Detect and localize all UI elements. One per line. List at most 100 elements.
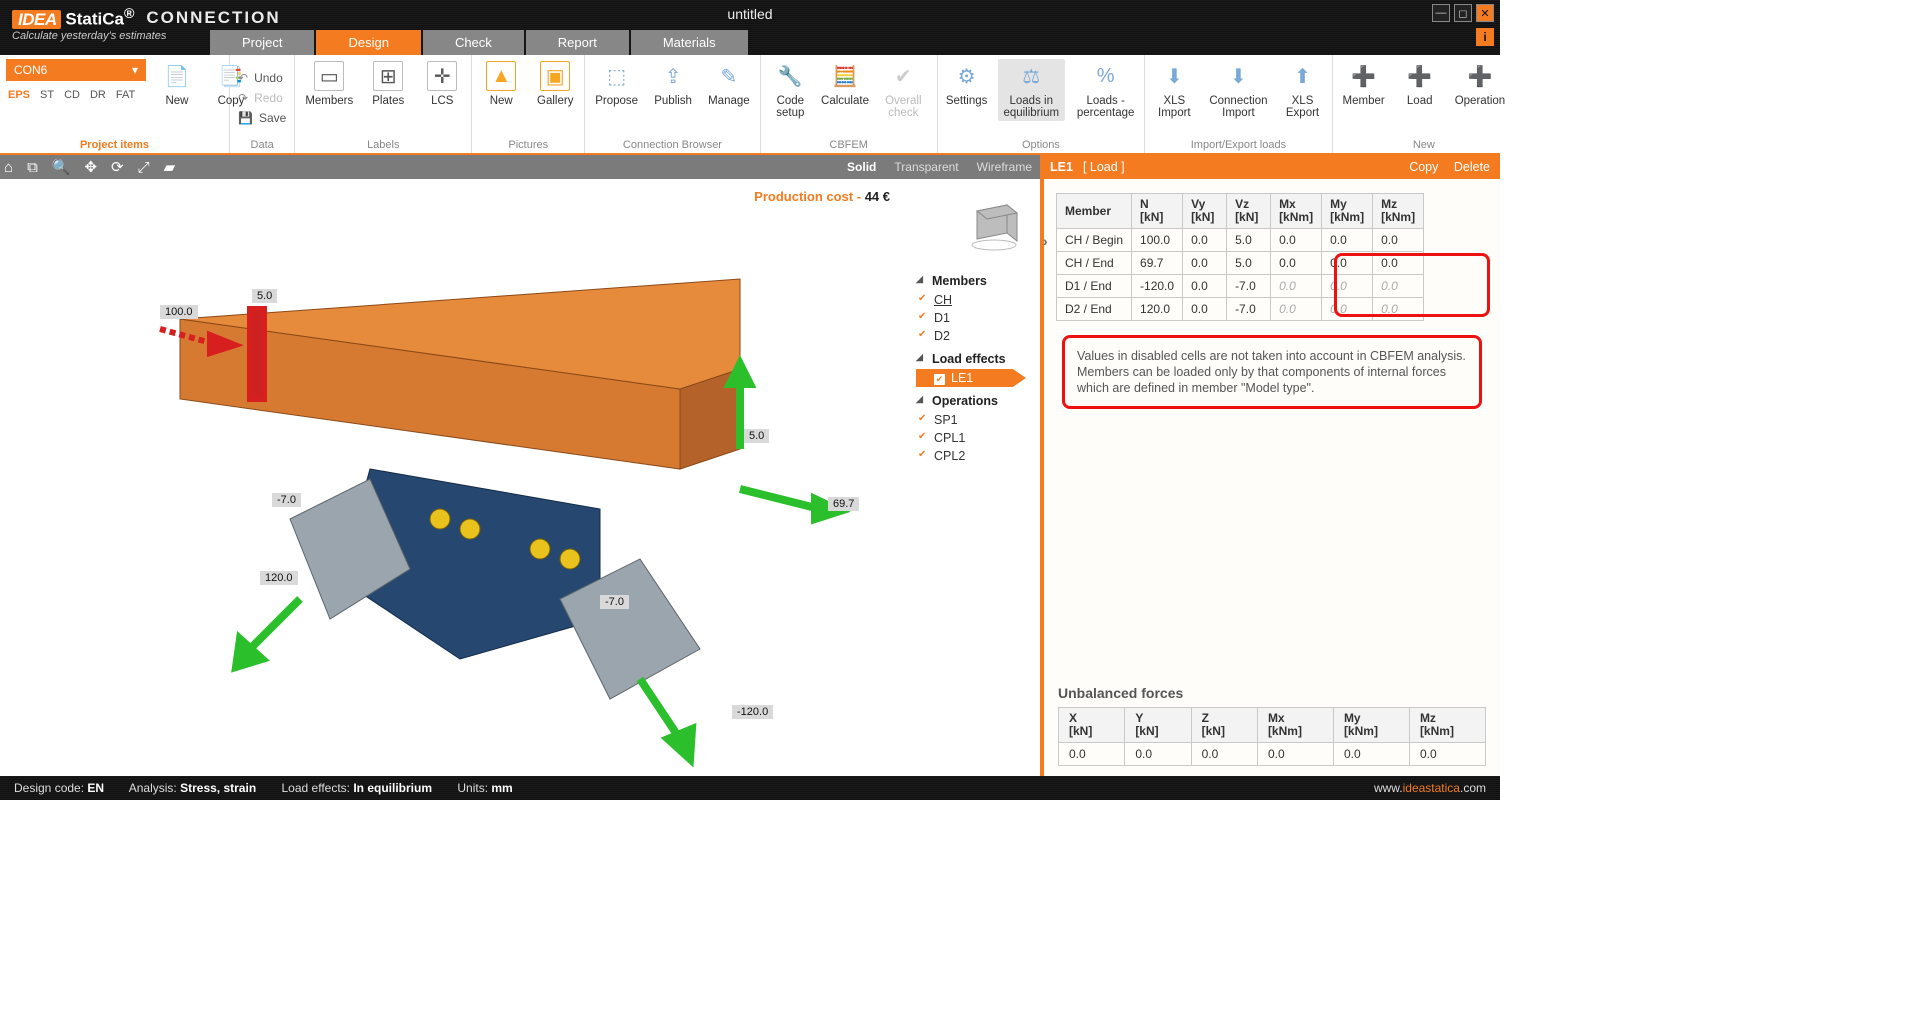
- model-canvas[interactable]: Production cost - 44 €: [0, 179, 1040, 776]
- new-load-button[interactable]: ➕Load: [1397, 59, 1443, 109]
- filter-fat[interactable]: FAT: [116, 89, 135, 101]
- view-toolbar: ⌂ ⧉ 🔍 ✥ ⟳ ⤢ ▰ Solid Transparent Wirefram…: [0, 155, 1040, 179]
- tree-item-d2[interactable]: D2: [916, 327, 1026, 345]
- home-view-icon[interactable]: ⌂: [4, 159, 13, 176]
- manage-icon: ✎: [714, 61, 744, 91]
- group-options-label: Options: [1022, 139, 1060, 151]
- maximize-button[interactable]: ◻: [1454, 4, 1472, 22]
- view-transparent[interactable]: Transparent: [894, 160, 958, 174]
- load-panel-header: LE1 [ Load ] Copy Delete: [1040, 155, 1500, 179]
- publish-button[interactable]: ⇪Publish: [650, 59, 696, 109]
- group-import-export-label: Import/Export loads: [1191, 139, 1286, 151]
- tree-members-header[interactable]: Members: [916, 271, 1026, 291]
- minimize-button[interactable]: —: [1432, 4, 1450, 22]
- ribbon-tabs: Project Design Check Report Materials: [210, 30, 750, 55]
- filter-eps[interactable]: EPS: [8, 89, 30, 101]
- filter-dr[interactable]: DR: [90, 89, 106, 101]
- zoom-window-icon[interactable]: ⧉: [27, 159, 38, 176]
- tree-item-le1[interactable]: ✔LE1: [916, 369, 1026, 387]
- force-label: -120.0: [732, 705, 773, 719]
- ribbon: CON6 ▾ EPS ST CD DR FAT 📄 New 📑 Copy: [0, 55, 1500, 155]
- title-bar: IDEA StatiCa® CONNECTION Calculate yeste…: [0, 0, 1500, 55]
- zoom-icon[interactable]: 🔍: [52, 158, 71, 176]
- vendor-url[interactable]: ideastatica: [1403, 781, 1460, 795]
- unbalanced-table: X[kN]Y[kN]Z[kN]Mx[kNm]My[kNm]Mz[kNm] 0.0…: [1058, 707, 1486, 766]
- code-setup-button[interactable]: 🔧Code setup: [767, 59, 814, 121]
- shade-icon[interactable]: ▰: [164, 158, 176, 176]
- load-panel: MemberN[kN]Vy[kN]Vz[kN]Mx[kNm]My[kNm]Mz[…: [1040, 179, 1500, 776]
- tree-item-d1[interactable]: D1: [916, 309, 1026, 327]
- propose-button[interactable]: ⬚Propose: [591, 59, 642, 109]
- undo-button[interactable]: ↶Undo: [236, 70, 285, 86]
- tab-project[interactable]: Project: [210, 30, 314, 55]
- gallery-icon: ▣: [540, 61, 570, 91]
- tab-materials[interactable]: Materials: [631, 30, 748, 55]
- tree-item-cpl1[interactable]: CPL1: [916, 429, 1026, 447]
- rotate-icon[interactable]: ⟳: [111, 158, 124, 176]
- new-member-button[interactable]: ➕Member: [1339, 59, 1389, 109]
- picture-new-button[interactable]: ▲New: [478, 59, 524, 109]
- tab-report[interactable]: Report: [526, 30, 629, 55]
- model-tree: Members CH D1 D2 Load effects ✔LE1 Opera…: [916, 271, 1026, 469]
- logo-statica: StatiCa: [65, 10, 124, 29]
- info-note: Values in disabled cells are not taken i…: [1062, 335, 1482, 409]
- loads-percentage-button[interactable]: %Loads - percentage: [1073, 59, 1138, 121]
- close-button[interactable]: ✕: [1476, 4, 1494, 22]
- loads-equilibrium-button[interactable]: ⚖Loads in equilibrium: [998, 59, 1065, 121]
- lcs-label-button[interactable]: ✛LCS: [419, 59, 465, 109]
- load-name: [ Load ]: [1083, 160, 1125, 174]
- info-button[interactable]: i: [1476, 28, 1494, 46]
- load-table[interactable]: MemberN[kN]Vy[kN]Vz[kN]Mx[kNm]My[kNm]Mz[…: [1056, 193, 1424, 321]
- view-solid[interactable]: Solid: [847, 160, 876, 174]
- main-area: Production cost - 44 €: [0, 179, 1500, 776]
- picture-gallery-button[interactable]: ▣Gallery: [532, 59, 578, 109]
- tree-loadeffects-header[interactable]: Load effects: [916, 349, 1026, 369]
- xls-export-icon: ⬆: [1288, 61, 1318, 91]
- new-item-button[interactable]: 📄 New: [154, 59, 200, 109]
- filter-st[interactable]: ST: [40, 89, 54, 101]
- plates-label-button[interactable]: ⊞Plates: [365, 59, 411, 109]
- group-data-label: Data: [251, 139, 274, 151]
- view-wireframe[interactable]: Wireframe: [977, 160, 1032, 174]
- tree-item-cpl2[interactable]: CPL2: [916, 447, 1026, 465]
- tab-design[interactable]: Design: [316, 30, 420, 55]
- document-title: untitled: [727, 6, 772, 22]
- calculate-button[interactable]: 🧮Calculate: [822, 59, 868, 109]
- xls-import-button[interactable]: ⬇XLS Import: [1151, 59, 1197, 121]
- force-label: 120.0: [260, 571, 298, 585]
- plus-document-icon: 📄: [162, 61, 192, 91]
- load-delete-button[interactable]: Delete: [1454, 160, 1490, 174]
- tab-check[interactable]: Check: [423, 30, 524, 55]
- fit-icon[interactable]: ⤢: [138, 159, 150, 176]
- redo-button[interactable]: ↷Redo: [236, 90, 285, 106]
- tree-item-ch[interactable]: CH: [916, 291, 1026, 309]
- pan-icon[interactable]: ✥: [84, 158, 97, 176]
- tree-operations-header[interactable]: Operations: [916, 391, 1026, 411]
- manage-button[interactable]: ✎Manage: [704, 59, 754, 109]
- members-label-button[interactable]: ▭Members: [301, 59, 357, 109]
- calculate-icon: 🧮: [830, 61, 860, 91]
- group-pictures-label: Pictures: [508, 139, 548, 151]
- orientation-cube[interactable]: [962, 193, 1022, 253]
- new-operation-button[interactable]: ➕Operation: [1451, 59, 1510, 109]
- group-browser-label: Connection Browser: [623, 139, 722, 151]
- load-copy-button[interactable]: Copy: [1409, 160, 1438, 174]
- member-icon: ➕: [1349, 61, 1379, 91]
- members-icon: ▭: [314, 61, 344, 91]
- unbalanced-title: Unbalanced forces: [1058, 685, 1486, 701]
- conn-import-icon: ⬇: [1223, 61, 1253, 91]
- filter-cd[interactable]: CD: [64, 89, 80, 101]
- logo-module: CONNECTION: [146, 8, 280, 28]
- connection-import-button[interactable]: ⬇Connection Import: [1205, 59, 1271, 121]
- xls-export-button[interactable]: ⬆XLS Export: [1280, 59, 1326, 121]
- group-options: ⚙Settings ⚖Loads in equilibrium %Loads -…: [938, 55, 1146, 153]
- load-code: LE1: [1050, 160, 1073, 174]
- plates-icon: ⊞: [373, 61, 403, 91]
- overall-check-button[interactable]: ✔Overall check: [876, 59, 931, 121]
- save-button[interactable]: 💾Save: [236, 110, 288, 126]
- settings-button[interactable]: ⚙Settings: [944, 59, 990, 109]
- tree-item-sp1[interactable]: SP1: [916, 411, 1026, 429]
- connection-selector[interactable]: CON6 ▾: [6, 59, 146, 81]
- group-new-label: New: [1413, 139, 1435, 151]
- image-new-icon: ▲: [486, 61, 516, 91]
